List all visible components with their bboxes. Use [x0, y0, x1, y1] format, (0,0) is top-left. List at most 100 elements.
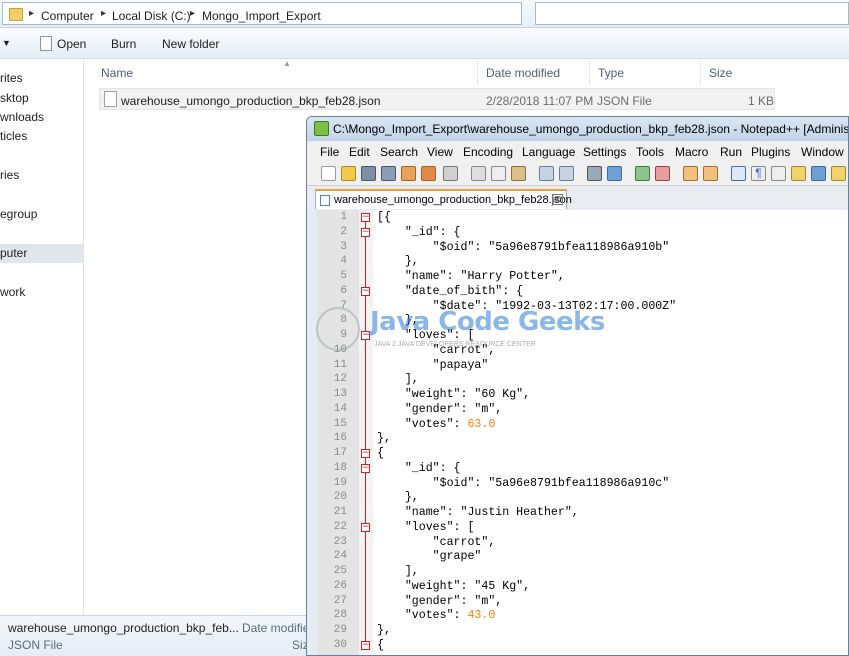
file-name[interactable]: warehouse_umongo_production_bkp_feb28.js… — [121, 94, 381, 108]
zoom-out-icon[interactable] — [655, 166, 670, 181]
print-icon[interactable] — [443, 166, 458, 181]
fold-toggle-icon[interactable]: − — [361, 213, 370, 222]
code-line[interactable]: }, — [377, 314, 419, 327]
code-line[interactable]: "carrot", — [377, 344, 496, 357]
title-bar[interactable]: C:\Mongo_Import_Export\warehouse_umongo_… — [307, 117, 848, 141]
address-field[interactable]: ▸ Computer ▸ Local Disk (C:) ▸ Mongo_Imp… — [2, 2, 522, 25]
menu-language[interactable]: Language — [522, 145, 575, 159]
code-line[interactable]: "votes": 63.0 — [377, 418, 495, 431]
code-line[interactable]: { — [377, 639, 384, 652]
new-file-icon[interactable] — [321, 166, 336, 181]
code-line[interactable]: ], — [377, 565, 419, 578]
menu-tools[interactable]: Tools — [636, 145, 664, 159]
udl-icon[interactable] — [791, 166, 806, 181]
code-line[interactable]: }, — [377, 491, 419, 504]
paste-icon[interactable] — [511, 166, 526, 181]
save-all-icon[interactable] — [381, 166, 396, 181]
organize-dropdown-icon[interactable]: ▼ — [2, 38, 11, 48]
chevron-right-icon[interactable]: ▸ — [29, 8, 34, 19]
nav-item-libraries[interactable]: ries — [0, 168, 19, 182]
code-line[interactable]: ], — [377, 373, 419, 386]
close-all-icon[interactable] — [421, 166, 436, 181]
close-file-icon[interactable] — [401, 166, 416, 181]
fold-toggle-icon[interactable]: − — [361, 331, 370, 340]
sync-scroll-v-icon[interactable] — [683, 166, 698, 181]
column-header-name[interactable]: Name — [101, 66, 133, 80]
doc-map-icon[interactable] — [811, 166, 826, 181]
menu-run[interactable]: Run — [720, 145, 742, 159]
breadcrumb-folder[interactable]: Mongo_Import_Export — [202, 9, 321, 23]
chevron-right-icon[interactable]: ▸ — [101, 8, 106, 19]
code-editor[interactable]: 1−[{2− "_id": {3 "$oid": "5a96e8791bfea1… — [317, 210, 848, 655]
nav-item-desktop[interactable]: sktop — [0, 91, 29, 105]
code-line[interactable]: "grape" — [377, 550, 482, 563]
menu-encoding[interactable]: Encoding — [463, 145, 513, 159]
code-line[interactable]: "loves": [ — [377, 521, 475, 534]
menu-edit[interactable]: Edit — [349, 145, 370, 159]
fold-toggle-icon[interactable]: − — [361, 522, 370, 532]
code-line[interactable]: "name": "Harry Potter", — [377, 270, 565, 283]
code-line[interactable]: "_id": { — [377, 226, 461, 239]
function-list-icon[interactable] — [831, 166, 846, 181]
code-line[interactable]: "name": "Justin Heather", — [377, 506, 579, 519]
fold-toggle-icon[interactable]: − — [361, 286, 370, 296]
code-line[interactable]: "$oid": "5a96e8791bfea118986a910b" — [377, 241, 670, 254]
code-line[interactable]: "votes": 43.0 — [377, 609, 495, 622]
burn-button[interactable]: Burn — [111, 37, 136, 51]
zoom-in-icon[interactable] — [635, 166, 650, 181]
fold-toggle-icon[interactable]: − — [361, 449, 370, 458]
indent-guide-icon[interactable] — [771, 166, 786, 181]
cut-icon[interactable] — [471, 166, 486, 181]
close-tab-icon[interactable]: ⊠ — [552, 194, 563, 205]
fold-toggle-icon[interactable]: − — [361, 463, 370, 473]
chevron-right-icon[interactable]: ▸ — [190, 8, 195, 19]
menu-macro[interactable]: Macro — [675, 145, 708, 159]
column-divider[interactable] — [589, 61, 590, 85]
menu-plugins[interactable]: Plugins — [751, 145, 790, 159]
breadcrumb-computer[interactable]: Computer — [41, 9, 94, 23]
code-line[interactable]: "papaya" — [377, 359, 489, 372]
nav-item-downloads[interactable]: wnloads — [0, 110, 44, 124]
code-line[interactable]: "weight": "60 Kg", — [377, 388, 530, 401]
sync-scroll-h-icon[interactable] — [703, 166, 718, 181]
nav-item-articles[interactable]: ticles — [0, 129, 27, 143]
open-file-icon[interactable] — [341, 166, 356, 181]
code-line[interactable]: }, — [377, 432, 391, 445]
save-icon[interactable] — [361, 166, 376, 181]
code-line[interactable]: "date_of_bith": { — [377, 285, 523, 298]
nav-item-favorites[interactable]: rites — [0, 71, 23, 85]
column-header-date[interactable]: Date modified — [486, 66, 560, 80]
find-icon[interactable] — [587, 166, 602, 181]
code-line[interactable]: "$date": "1992-03-13T02:17:00.000Z" — [377, 300, 677, 313]
menu-window[interactable]: Window — [801, 145, 844, 159]
replace-icon[interactable] — [607, 166, 622, 181]
fold-toggle-icon[interactable]: − — [361, 640, 370, 650]
code-line[interactable]: [{ — [377, 211, 391, 224]
table-row[interactable]: warehouse_umongo_production_bkp_feb28.js… — [99, 88, 775, 110]
code-line[interactable]: "carrot", — [377, 536, 496, 549]
column-header-size[interactable]: Size — [709, 66, 732, 80]
code-line[interactable]: { — [377, 447, 384, 460]
open-button[interactable]: Open — [57, 37, 86, 51]
show-all-chars-icon[interactable]: ¶ — [751, 166, 766, 181]
menu-settings[interactable]: Settings — [583, 145, 626, 159]
new-folder-button[interactable]: New folder — [162, 37, 219, 51]
undo-icon[interactable] — [539, 166, 554, 181]
search-input[interactable] — [535, 2, 849, 25]
menu-file[interactable]: File — [320, 145, 339, 159]
breadcrumb-local-disk[interactable]: Local Disk (C:) — [112, 9, 191, 23]
nav-item-network[interactable]: work — [0, 285, 25, 299]
code-line[interactable]: "gender": "m", — [377, 403, 502, 416]
redo-icon[interactable] — [559, 166, 574, 181]
nav-item-homegroup[interactable]: egroup — [0, 207, 37, 221]
code-line[interactable]: }, — [377, 624, 391, 637]
code-line[interactable]: "_id": { — [377, 462, 461, 475]
column-divider[interactable] — [700, 61, 701, 85]
copy-icon[interactable] — [491, 166, 506, 181]
tab-json-file[interactable]: warehouse_umongo_production_bkp_feb28.js… — [315, 189, 572, 209]
word-wrap-icon[interactable] — [731, 166, 746, 181]
code-line[interactable]: }, — [377, 255, 419, 268]
fold-toggle-icon[interactable]: − — [361, 227, 370, 237]
notepad-app-icon[interactable] — [314, 121, 329, 136]
code-line[interactable]: "loves": [ — [377, 329, 475, 342]
